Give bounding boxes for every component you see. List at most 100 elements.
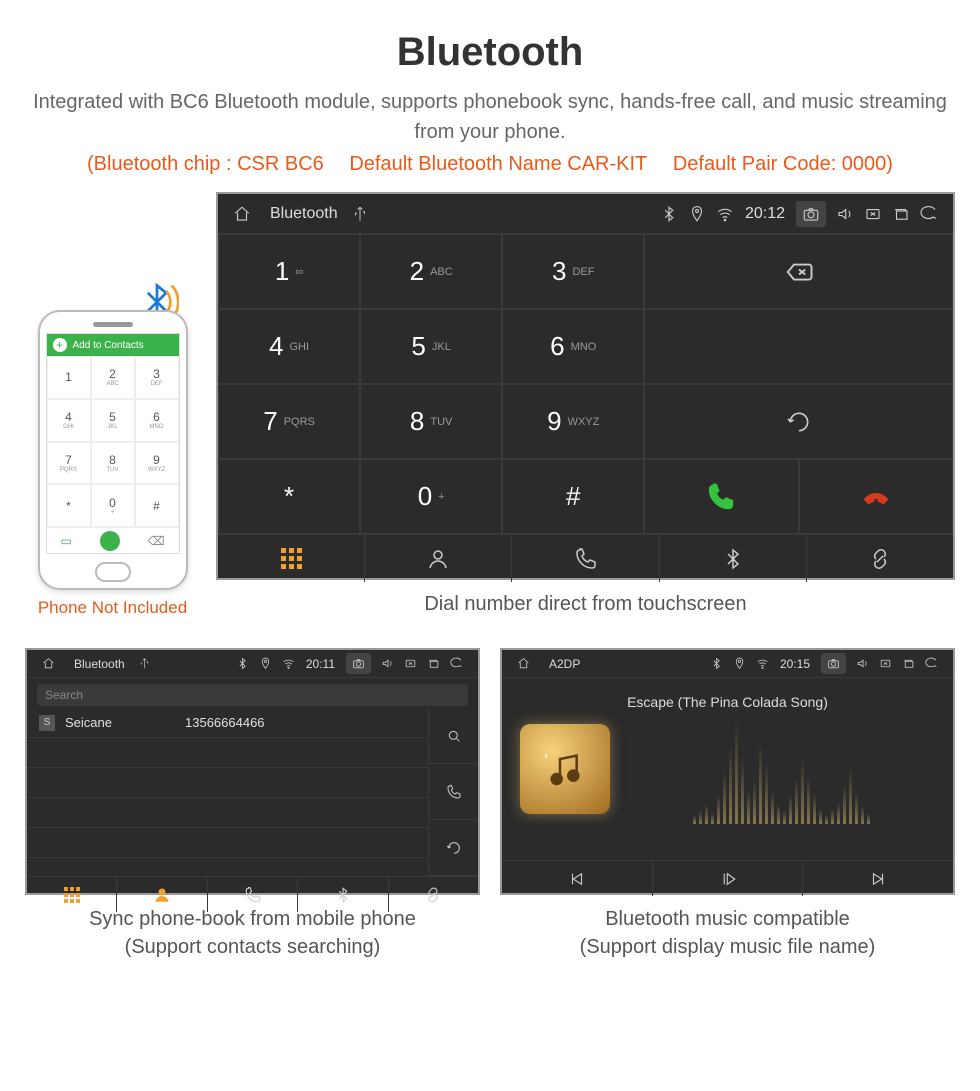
phonebook-panel: Bluetooth 20:11 Search SSeicane135666644…: [25, 648, 480, 895]
backspace-button[interactable]: [644, 234, 953, 309]
tab-history[interactable]: [512, 535, 659, 582]
contact-row-empty: [27, 798, 428, 828]
tab-history[interactable]: [208, 877, 298, 912]
dial-key-*[interactable]: *: [218, 459, 360, 534]
location-icon: [733, 657, 746, 670]
back-icon[interactable]: [920, 205, 938, 223]
tab-pair[interactable]: [298, 877, 388, 912]
statusbar-title: Bluetooth: [270, 205, 338, 223]
back-icon[interactable]: [450, 657, 463, 670]
close-icon[interactable]: [404, 657, 417, 670]
play-pause-button[interactable]: [653, 861, 804, 896]
spec-line: (Bluetooth chip : CSR BC6 Default Blueto…: [25, 153, 955, 176]
location-icon: [688, 205, 706, 223]
tab-pair[interactable]: [660, 535, 807, 582]
wifi-icon: [716, 205, 734, 223]
dial-key-0[interactable]: 0+: [360, 459, 502, 534]
now-playing-title: Escape (The Pina Colada Song): [502, 694, 953, 710]
tab-settings[interactable]: [389, 877, 478, 912]
phone-key-#: #: [135, 484, 179, 527]
bluetooth-status-icon: [710, 657, 723, 670]
contact-row[interactable]: SSeicane13566664466: [27, 708, 428, 738]
tab-settings[interactable]: [807, 535, 953, 582]
page-title: Bluetooth: [25, 30, 955, 75]
dial-key-8[interactable]: 8TUV: [360, 384, 502, 459]
clock: 20:12: [745, 205, 785, 223]
wifi-icon: [282, 657, 295, 670]
home-icon[interactable]: [233, 205, 251, 223]
dial-contact-button[interactable]: [428, 764, 478, 820]
statusbar-title: A2DP: [549, 657, 580, 671]
volume-icon[interactable]: [381, 657, 394, 670]
phone-key-1: 1: [47, 356, 91, 399]
home-icon[interactable]: [42, 657, 55, 670]
phone-key-9: 9WXYZ: [135, 442, 179, 485]
status-bar: Bluetooth 20:12: [218, 194, 953, 234]
volume-icon[interactable]: [856, 657, 869, 670]
phone-dial-button: [100, 531, 120, 551]
clock: 20:15: [780, 657, 810, 671]
phone-key-0: 0+: [91, 484, 135, 527]
redial-button[interactable]: [644, 384, 953, 459]
dial-key-1[interactable]: 1∞: [218, 234, 360, 309]
phone-key-4: 4GHI: [47, 399, 91, 442]
spec-name: Default Bluetooth Name CAR-KIT: [349, 153, 647, 175]
recent-apps-icon[interactable]: [427, 657, 440, 670]
home-icon[interactable]: [517, 657, 530, 670]
tab-contacts[interactable]: [365, 535, 512, 582]
voicemail-icon: ▭: [60, 534, 71, 548]
a2dp-caption: Bluetooth music compatible(Support displ…: [500, 905, 955, 961]
bluetooth-status-icon: [660, 205, 678, 223]
screenshot-icon[interactable]: [346, 653, 371, 674]
recent-apps-icon[interactable]: [902, 657, 915, 670]
phone-key-2: 2ABC: [91, 356, 135, 399]
phone-key-8: 8TUV: [91, 442, 135, 485]
sync-button[interactable]: [428, 820, 478, 876]
close-icon[interactable]: [879, 657, 892, 670]
volume-icon[interactable]: [836, 205, 854, 223]
album-art: [520, 724, 610, 814]
wifi-icon: [756, 657, 769, 670]
close-icon[interactable]: [864, 205, 882, 223]
status-bar: Bluetooth 20:11: [27, 650, 478, 678]
phonebook-caption: Sync phone-book from mobile phone(Suppor…: [25, 905, 480, 961]
statusbar-title: Bluetooth: [74, 657, 125, 671]
dialer-panel: Bluetooth 20:12 1∞2ABC3DEF 4GHI5JKL6MNO 7P…: [216, 192, 955, 580]
tab-keypad[interactable]: [27, 877, 117, 912]
call-button[interactable]: [644, 459, 798, 534]
search-input[interactable]: Search: [37, 684, 468, 706]
spec-code: Default Pair Code: 0000): [673, 153, 893, 175]
dial-key-9[interactable]: 9WXYZ: [502, 384, 644, 459]
dial-key-3[interactable]: 3DEF: [502, 234, 644, 309]
screenshot-icon[interactable]: [796, 201, 826, 227]
dial-key-4[interactable]: 4GHI: [218, 309, 360, 384]
dial-key-5[interactable]: 5JKL: [360, 309, 502, 384]
usb-icon: [351, 205, 369, 223]
screenshot-icon[interactable]: [821, 653, 846, 674]
back-icon[interactable]: [925, 657, 938, 670]
visualizer: [628, 714, 935, 824]
phone-key-*: *: [47, 484, 91, 527]
phone-add-contacts: +Add to Contacts: [47, 334, 179, 356]
bluetooth-status-icon: [236, 657, 249, 670]
phone-key-7: 7PQRS: [47, 442, 91, 485]
contact-row-empty: [27, 828, 428, 858]
dial-key-#[interactable]: #: [502, 459, 644, 534]
prev-track-button[interactable]: [502, 861, 653, 896]
tab-keypad[interactable]: [218, 535, 365, 582]
tab-contacts[interactable]: [117, 877, 207, 912]
dialer-caption: Dial number direct from touchscreen: [216, 590, 955, 618]
clock: 20:11: [306, 657, 335, 671]
dial-key-2[interactable]: 2ABC: [360, 234, 502, 309]
phone-mockup: +Add to Contacts 12ABC3DEF4GHI5JKL6MNO7P…: [38, 310, 188, 590]
search-button[interactable]: [428, 708, 478, 764]
recent-apps-icon[interactable]: [892, 205, 910, 223]
phone-note: Phone Not Included: [25, 598, 200, 618]
status-bar: A2DP 20:15: [502, 650, 953, 678]
next-track-button[interactable]: [803, 861, 953, 896]
dial-key-6[interactable]: 6MNO: [502, 309, 644, 384]
hangup-button[interactable]: [799, 459, 953, 534]
dial-key-7[interactable]: 7PQRS: [218, 384, 360, 459]
location-icon: [259, 657, 272, 670]
phone-key-3: 3DEF: [135, 356, 179, 399]
